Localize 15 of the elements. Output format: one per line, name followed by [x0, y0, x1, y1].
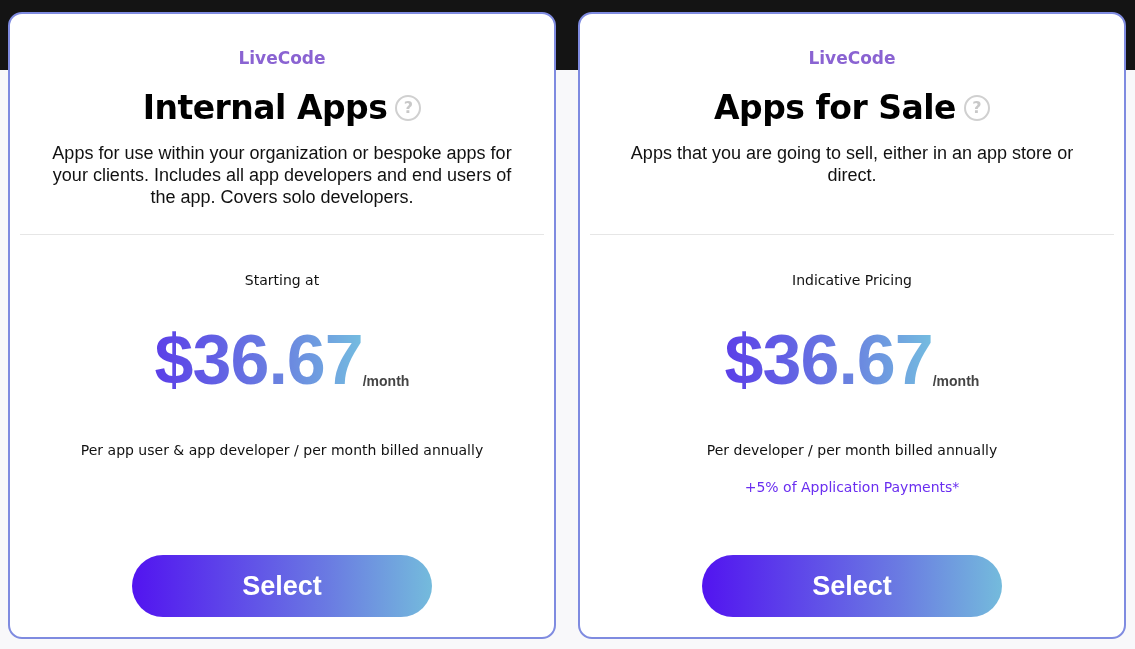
payments-note: +5% of Application Payments* [743, 478, 961, 497]
select-button[interactable]: Select [132, 555, 432, 617]
plan-description: Apps that you are going to sell, either in an app store or direct. [629, 142, 1075, 187]
plan-description: Apps for use within your organization or bespoke apps for your clients. Includes all app developers and end users of the app. Covers solo developers. [51, 142, 513, 208]
plan-title: Apps for Sale [714, 87, 956, 130]
price-label: Starting at [243, 271, 321, 290]
price-period: /month [362, 373, 410, 391]
billing-note: Per app user & app developer / per month billed annually [79, 441, 485, 460]
brand-label: LiveCode [238, 47, 326, 68]
billing-note: Per developer / per month billed annually [705, 441, 999, 460]
price-label: Indicative Pricing [791, 271, 913, 290]
select-button[interactable]: Select [702, 555, 1002, 617]
brand-label: LiveCode [808, 47, 896, 68]
plan-title: Internal Apps [142, 87, 388, 130]
price-period: /month [932, 373, 980, 391]
